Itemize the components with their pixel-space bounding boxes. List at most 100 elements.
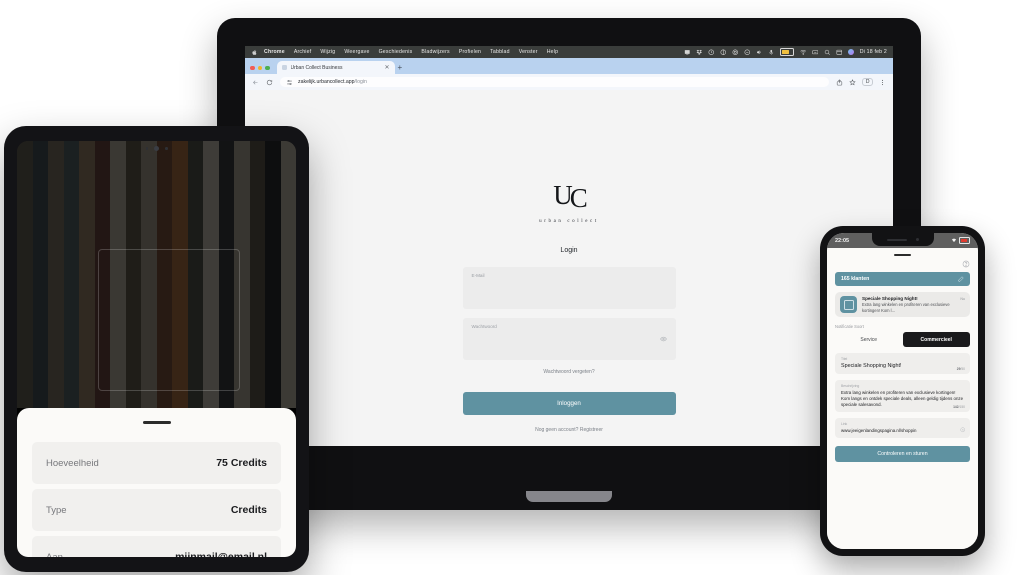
kebab-menu-icon[interactable]	[879, 79, 886, 86]
tune-icon[interactable]	[286, 79, 293, 86]
control-center-icon[interactable]	[744, 49, 751, 56]
minimize-window-button[interactable]	[257, 65, 262, 70]
screenshot-stage: Chrome Archief Wijzig Weergave Geschiede…	[0, 0, 1024, 575]
search-icon[interactable]	[824, 49, 831, 56]
tablet-device: Hoeveelheid 75 Credits Type Credits Aan …	[4, 126, 309, 572]
tablet-screen: Hoeveelheid 75 Credits Type Credits Aan …	[17, 141, 296, 557]
laptop-screen: Chrome Archief Wijzig Weergave Geschiede…	[245, 46, 893, 446]
description-input[interactable]: Beschrijving Extra lang winkelen en prof…	[835, 380, 970, 413]
laptop-foot	[526, 491, 612, 502]
menubar-item-bladwijzers[interactable]: Bladwijzers	[421, 49, 449, 55]
login-button[interactable]: Inloggen	[462, 392, 676, 415]
camera-viewfinder	[17, 141, 296, 408]
menubar-clock[interactable]: Di 18 feb 2	[860, 49, 887, 55]
clear-icon[interactable]	[959, 427, 966, 433]
link-input-label: Link	[841, 422, 848, 427]
profile-badge[interactable]: D	[862, 78, 873, 86]
sheet-grabber[interactable]	[142, 421, 171, 424]
clients-selector[interactable]: 165 klanten	[835, 272, 970, 287]
tab-title: Urban Collect Business	[290, 64, 343, 71]
share-icon[interactable]	[836, 79, 843, 86]
phone-status-bar: 22:05	[827, 233, 978, 248]
wifi-icon[interactable]	[800, 49, 807, 56]
notification-icon[interactable]	[836, 49, 843, 56]
maximize-window-button[interactable]	[265, 65, 270, 70]
tablet-front-camera	[145, 146, 168, 151]
menubar-item-tabblad[interactable]: Tabblad	[490, 49, 510, 55]
forgot-password-link[interactable]: Wachtwoord vergeten?	[463, 369, 676, 375]
time-machine-icon[interactable]	[732, 49, 739, 56]
display-icon[interactable]	[720, 49, 727, 56]
description-input-label: Beschrijving	[841, 384, 860, 389]
phone-screen: 22:05 165 klanten Speciale Shopping Nigh…	[827, 233, 978, 549]
menubar-item-venster[interactable]: Venster	[519, 49, 538, 55]
clock-icon[interactable]	[708, 49, 715, 56]
login-form: E-Mail Wachtwoord Wachtwoord vergeten?	[462, 267, 676, 375]
tab-commercieel[interactable]: Commercieel	[902, 332, 970, 348]
menubar-item-profielen[interactable]: Profielen	[459, 49, 481, 55]
preview-text: Speciale Shopping Night! Nu Extra lang w…	[862, 296, 965, 313]
status-indicators	[951, 237, 970, 244]
password-field-label: Wachtwoord	[471, 324, 497, 329]
sheet-grabber[interactable]	[894, 254, 911, 257]
menubar-item-geschiedenis[interactable]: Geschiedenis	[379, 49, 413, 55]
help-circle-icon[interactable]	[962, 260, 970, 268]
logo-mark: UC	[539, 182, 599, 213]
menubar-item-weergave[interactable]: Weergave	[344, 49, 369, 55]
detail-row-key: Aan	[46, 551, 63, 558]
close-icon[interactable]: ✕	[384, 65, 389, 71]
toolbar-right-actions: D	[836, 78, 886, 86]
arrow-left-icon[interactable]	[252, 79, 259, 86]
link-input[interactable]: Link www.jeeigenlandingspagina.nl/shoppi…	[835, 418, 970, 439]
detail-row: Aan mijnmail@email.nl	[32, 536, 281, 557]
preview-title: Speciale Shopping Night!	[862, 296, 918, 302]
dropbox-icon[interactable]	[696, 49, 703, 56]
volume-icon[interactable]	[756, 49, 763, 56]
url-path: /login	[354, 79, 367, 85]
register-link[interactable]: Nog geen account? Registreer	[535, 427, 603, 433]
close-window-button[interactable]	[250, 65, 255, 70]
title-input[interactable]: Titel Speciale Shopping Night! 29/50	[835, 353, 970, 375]
app-icon-glyph	[843, 299, 854, 310]
logo-letter-c: C	[569, 183, 588, 213]
page-title: Login	[560, 247, 578, 254]
browser-tab[interactable]: Urban Collect Business ✕	[276, 61, 395, 74]
menubar-item-help[interactable]: Help	[547, 49, 558, 55]
camera-lens	[154, 146, 159, 151]
title-char-limit: /50	[960, 367, 965, 372]
eye-icon[interactable]	[659, 336, 667, 343]
plus-icon[interactable]: +	[398, 64, 403, 74]
earpiece-speaker	[886, 238, 907, 241]
keyboard-icon[interactable]	[811, 49, 819, 56]
battery-icon[interactable]	[780, 48, 795, 56]
apple-icon[interactable]	[251, 49, 258, 56]
menubar-item-chrome[interactable]: Chrome	[264, 49, 285, 55]
reload-icon[interactable]	[266, 79, 273, 86]
phone-content: 165 klanten Speciale Shopping Night! Nu …	[827, 248, 978, 549]
app-icon	[840, 296, 857, 314]
screen-record-icon[interactable]	[684, 49, 691, 56]
address-bar-url: zakelijk.urbancollect.app/login	[298, 79, 367, 85]
siri-icon[interactable]	[847, 48, 855, 56]
detail-row-value: mijnmail@email.nl	[175, 551, 267, 557]
password-field[interactable]: Wachtwoord	[462, 318, 676, 360]
preview-description: Extra lang winkelen en profiteren van ex…	[862, 302, 950, 313]
menubar-item-archief[interactable]: Archief	[294, 49, 312, 55]
sensor-dot	[165, 147, 168, 150]
pencil-icon[interactable]	[958, 276, 964, 282]
detail-row: Hoeveelheid 75 Credits	[32, 442, 281, 484]
address-bar[interactable]: zakelijk.urbancollect.app/login	[280, 76, 830, 88]
email-field[interactable]: E-Mail	[462, 267, 676, 309]
menubar-item-wijzig[interactable]: Wijzig	[320, 49, 335, 55]
detail-row-key: Hoeveelheid	[46, 457, 99, 469]
wifi-icon	[951, 238, 956, 243]
description-char-limit: /150	[958, 405, 965, 410]
tab-service[interactable]: Service	[835, 332, 903, 347]
detail-row-value: Credits	[230, 504, 267, 516]
microphone-icon[interactable]	[768, 49, 775, 56]
brand-logo: UC urban collect	[539, 182, 599, 225]
browser-tabstrip: Urban Collect Business ✕ +	[245, 58, 893, 74]
submit-button[interactable]: Controleren en sturen	[835, 446, 970, 463]
notification-type-label: Notificatie Soort	[835, 324, 864, 330]
star-icon[interactable]	[849, 78, 857, 86]
